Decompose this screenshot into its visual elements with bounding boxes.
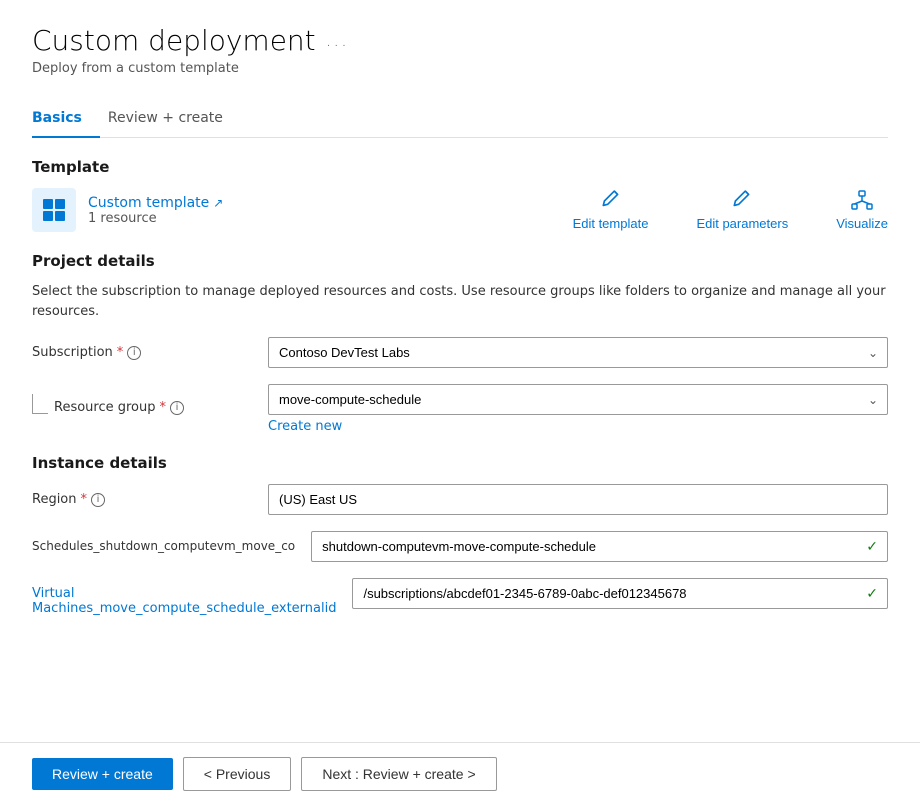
resource-group-required: * <box>160 400 167 415</box>
tab-bar: Basics Review + create <box>32 100 888 138</box>
custom-template-link[interactable]: Custom template ↗ <box>88 195 223 211</box>
resource-group-select-wrapper: move-compute-schedule ⌄ <box>268 384 888 415</box>
virtual-machines-select-wrapper: /subscriptions/abcdef01-2345-6789-0abc-d… <box>352 578 888 609</box>
template-info: Custom template ↗ 1 resource <box>88 195 223 226</box>
template-section-title: Template <box>32 158 888 176</box>
review-create-button[interactable]: Review + create <box>32 758 173 790</box>
resource-group-info-icon[interactable]: i <box>170 401 184 415</box>
region-label: Region * i <box>32 484 252 507</box>
page-subtitle: Deploy from a custom template <box>32 61 888 76</box>
create-new-link[interactable]: Create new <box>268 419 342 434</box>
schedules-shutdown-row: Schedules_shutdown_computevm_move_co shu… <box>32 531 888 562</box>
edit-parameters-button[interactable]: Edit parameters <box>696 190 788 231</box>
template-section: Template Custom template <box>32 158 888 232</box>
indent-line <box>32 394 48 414</box>
project-details-title: Project details <box>32 252 888 270</box>
template-grid-icon <box>32 188 76 232</box>
tab-basics[interactable]: Basics <box>32 100 100 138</box>
schedules-shutdown-select-wrapper: shutdown-computevm-move-compute-schedule… <box>311 531 888 562</box>
subscription-row: Subscription * i Contoso DevTest Labs ⌄ <box>32 337 888 368</box>
subscription-control: Contoso DevTest Labs ⌄ <box>268 337 888 368</box>
previous-button[interactable]: < Previous <box>183 757 292 791</box>
resource-group-control: move-compute-schedule ⌄ Create new <box>268 384 888 434</box>
virtual-machines-select[interactable]: /subscriptions/abcdef01-2345-6789-0abc-d… <box>352 578 888 609</box>
schedules-shutdown-label: Schedules_shutdown_computevm_move_co <box>32 531 295 553</box>
resource-group-label-wrapper: Resource group * i <box>32 384 252 415</box>
project-desc: Select the subscription to manage deploy… <box>32 282 888 321</box>
template-card: Custom template ↗ 1 resource <box>32 188 223 232</box>
subscription-required: * <box>117 345 124 360</box>
edit-template-button[interactable]: Edit template <box>573 190 649 231</box>
external-link-icon: ↗ <box>213 196 223 210</box>
instance-details-title: Instance details <box>32 454 888 472</box>
tab-review-create[interactable]: Review + create <box>108 100 241 138</box>
region-control <box>268 484 888 515</box>
region-required: * <box>81 492 88 507</box>
subscription-select[interactable]: Contoso DevTest Labs <box>268 337 888 368</box>
subscription-info-icon[interactable]: i <box>127 346 141 360</box>
template-actions: Edit template Edit parameters <box>573 190 888 231</box>
visualize-button[interactable]: Visualize <box>836 190 888 231</box>
next-button[interactable]: Next : Review + create > <box>301 757 496 791</box>
page-title: Custom deployment ... <box>32 24 349 57</box>
resource-group-select[interactable]: move-compute-schedule <box>268 384 888 415</box>
subscription-label: Subscription * i <box>32 337 252 360</box>
bottom-bar: Review + create < Previous Next : Review… <box>0 742 920 805</box>
template-resources: 1 resource <box>88 211 223 226</box>
subscription-select-wrapper: Contoso DevTest Labs ⌄ <box>268 337 888 368</box>
virtual-machines-row: Virtual Machines_move_compute_schedule_e… <box>32 578 888 616</box>
region-row: Region * i <box>32 484 888 515</box>
instance-details-section: Instance details Region * i Schedules_sh… <box>32 454 888 616</box>
project-details-section: Project details Select the subscription … <box>32 252 888 434</box>
schedules-shutdown-control: shutdown-computevm-move-compute-schedule… <box>311 531 888 562</box>
resource-group-row: Resource group * i move-compute-schedule… <box>32 384 888 434</box>
region-input[interactable] <box>268 484 888 515</box>
schedules-shutdown-select[interactable]: shutdown-computevm-move-compute-schedule <box>311 531 888 562</box>
virtual-machines-control: /subscriptions/abcdef01-2345-6789-0abc-d… <box>352 578 888 609</box>
virtual-machines-label: Virtual Machines_move_compute_schedule_e… <box>32 578 336 616</box>
ellipsis-menu[interactable]: ... <box>326 30 349 51</box>
region-info-icon[interactable]: i <box>91 493 105 507</box>
resource-group-label: Resource group * i <box>54 392 184 415</box>
